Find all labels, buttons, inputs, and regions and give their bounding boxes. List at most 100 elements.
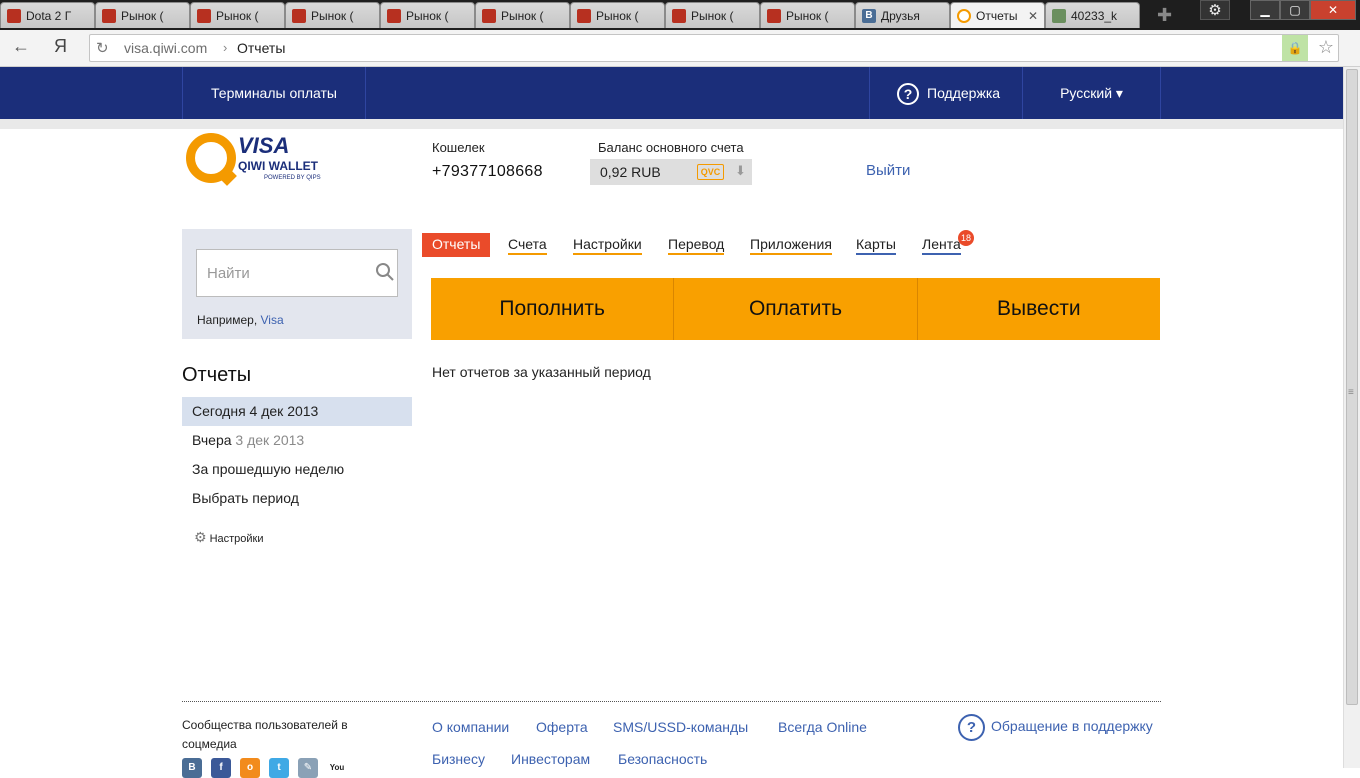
youtube-icon[interactable]: You (327, 758, 347, 778)
minimize-button[interactable]: ▁ (1250, 0, 1280, 20)
withdraw-button[interactable]: Вывести (918, 278, 1160, 340)
footer-link-sms[interactable]: SMS/USSD-команды (613, 719, 748, 735)
lock-icon[interactable]: 🔒 (1282, 35, 1308, 61)
header-divider (0, 119, 1343, 129)
tab-label: Dota 2 Г (26, 8, 72, 23)
browser-tab[interactable]: Рынок ( (570, 2, 665, 28)
period-label: За прошедшую неделю (192, 461, 345, 477)
tab-settings[interactable]: Настройки (573, 236, 642, 255)
window-controls: ⚙ ▁ ▢ ✕ (1200, 0, 1356, 20)
logo-powered-text: POWERED BY QIPS (264, 175, 321, 181)
logo-visa-text: VISA (238, 133, 290, 158)
url-field[interactable]: ↻ visa.qiwi.com › Отчеты 🔒 ☆ (89, 34, 1339, 62)
vk-icon[interactable]: B (182, 758, 202, 778)
tab-transfer[interactable]: Перевод (668, 236, 725, 255)
balance-label: Баланс основного счета (598, 140, 744, 155)
period-yesterday[interactable]: Вчера 3 дек 2013 (182, 426, 412, 455)
maximize-button[interactable]: ▢ (1280, 0, 1310, 20)
period-today[interactable]: Сегодня 4 дек 2013 (182, 397, 412, 426)
qvc-badge: QVC (697, 164, 724, 180)
tab-feed[interactable]: Лента (922, 236, 961, 255)
browser-tab[interactable]: Рынок ( (285, 2, 380, 28)
url-host: visa.qiwi.com (124, 40, 208, 56)
footer-link-offer[interactable]: Оферта (536, 719, 588, 735)
footer-link-security[interactable]: Безопасность (618, 751, 707, 767)
footer-link-online[interactable]: Всегда Online (778, 719, 867, 735)
search-example: Например, Visa (197, 313, 284, 327)
topup-button[interactable]: Пополнить (431, 278, 675, 340)
social-icons: B f o t ✎ You (182, 758, 356, 778)
wallet-number: +79377108668 (432, 163, 543, 180)
dota-icon (7, 8, 21, 23)
footer-support-link[interactable]: ? Обращение в поддержку (958, 714, 1153, 741)
social-title: Сообщества пользователей в соцмедиа (182, 718, 348, 751)
new-tab-icon[interactable]: ✚ (1157, 5, 1172, 26)
browser-tab[interactable]: Рынок ( (760, 2, 855, 28)
search-example-prefix: Например, (197, 313, 258, 327)
tab-label: Рынок ( (311, 8, 354, 23)
facebook-icon[interactable]: f (211, 758, 231, 778)
browser-tab[interactable]: B Друзья (855, 2, 950, 28)
empty-reports-message: Нет отчетов за указанный период (432, 364, 651, 380)
scrollbar-grip-icon: ≡ (1348, 387, 1354, 398)
search-icon[interactable] (373, 260, 397, 284)
url-path: Отчеты (237, 40, 286, 56)
footer-link-business[interactable]: Бизнесу (432, 751, 485, 767)
settings-gear-icon[interactable]: ⚙ (1200, 0, 1230, 20)
pay-button[interactable]: Оплатить (674, 278, 918, 340)
logout-link[interactable]: Выйти (866, 162, 910, 179)
back-arrow-icon[interactable]: ← (12, 36, 30, 57)
terminals-link[interactable]: Терминалы оплаты (182, 67, 366, 119)
footer-support-label: Обращение в поддержку (991, 718, 1153, 735)
tab-reports[interactable]: Отчеты (422, 233, 491, 257)
close-tab-icon[interactable]: ✕ (1028, 9, 1038, 23)
browser-tab-active[interactable]: Отчеты ✕ (950, 2, 1045, 28)
tab-accounts[interactable]: Счета (508, 236, 547, 255)
tab-cards[interactable]: Карты (856, 236, 896, 255)
address-bar: ← Я ↻ visa.qiwi.com › Отчеты 🔒 ☆ (0, 30, 1360, 67)
dota-icon (292, 8, 306, 23)
tab-label: Рынок ( (216, 8, 259, 23)
footer-link-investors[interactable]: Инвесторам (511, 751, 590, 767)
settings-label: Настройки (209, 533, 264, 545)
question-icon: ? (897, 83, 919, 106)
dota-icon (387, 8, 401, 23)
browser-tab[interactable]: Рынок ( (475, 2, 570, 28)
search-input[interactable]: Найти (196, 249, 398, 297)
qiwi-icon (957, 8, 971, 23)
tab-label: Рынок ( (691, 8, 734, 23)
period-last-week[interactable]: За прошедшую неделю (182, 455, 412, 484)
search-example-link[interactable]: Visa (261, 313, 284, 327)
wallet-label: Кошелек (432, 140, 485, 155)
support-link[interactable]: ? Поддержка (869, 67, 1022, 119)
close-window-button[interactable]: ✕ (1310, 0, 1356, 20)
tab-apps[interactable]: Приложения (750, 236, 832, 255)
browser-tab[interactable]: Рынок ( (95, 2, 190, 28)
image-icon (1052, 8, 1066, 23)
blog-icon[interactable]: ✎ (298, 758, 318, 778)
bookmark-star-icon[interactable]: ☆ (1318, 37, 1334, 58)
odnoklassniki-icon[interactable]: o (240, 758, 260, 778)
arrow-down-icon: ⬇ (735, 163, 746, 178)
browser-tab[interactable]: Рынок ( (665, 2, 760, 28)
reload-icon[interactable]: ↻ (96, 39, 109, 57)
period-custom[interactable]: Выбрать период (182, 484, 412, 513)
language-selector[interactable]: Русский ▾ (1022, 67, 1161, 119)
tab-label: Рынок ( (121, 8, 164, 23)
browser-tab[interactable]: Рынок ( (380, 2, 475, 28)
yandex-icon[interactable]: Я (54, 36, 67, 57)
tab-label: Рынок ( (786, 8, 829, 23)
footer-link-about[interactable]: О компании (432, 719, 509, 735)
tab-label: Рынок ( (501, 8, 544, 23)
twitter-icon[interactable]: t (269, 758, 289, 778)
gear-icon: ⚙ (194, 529, 207, 545)
balance-dropdown[interactable]: 0,92 RUB QVC ⬇ (590, 159, 752, 185)
browser-tab[interactable]: Dota 2 Г (0, 2, 95, 28)
dota-icon (197, 8, 211, 23)
browser-tab[interactable]: 40233_k (1045, 2, 1140, 28)
visa-qiwi-logo[interactable]: VISA QIWI WALLET POWERED BY QIPS (186, 133, 336, 188)
browser-tab[interactable]: Рынок ( (190, 2, 285, 28)
sidebar-settings-link[interactable]: ⚙ Настройки (194, 529, 264, 546)
dota-icon (672, 8, 686, 23)
page-scrollbar[interactable]: ≡ (1343, 67, 1360, 768)
